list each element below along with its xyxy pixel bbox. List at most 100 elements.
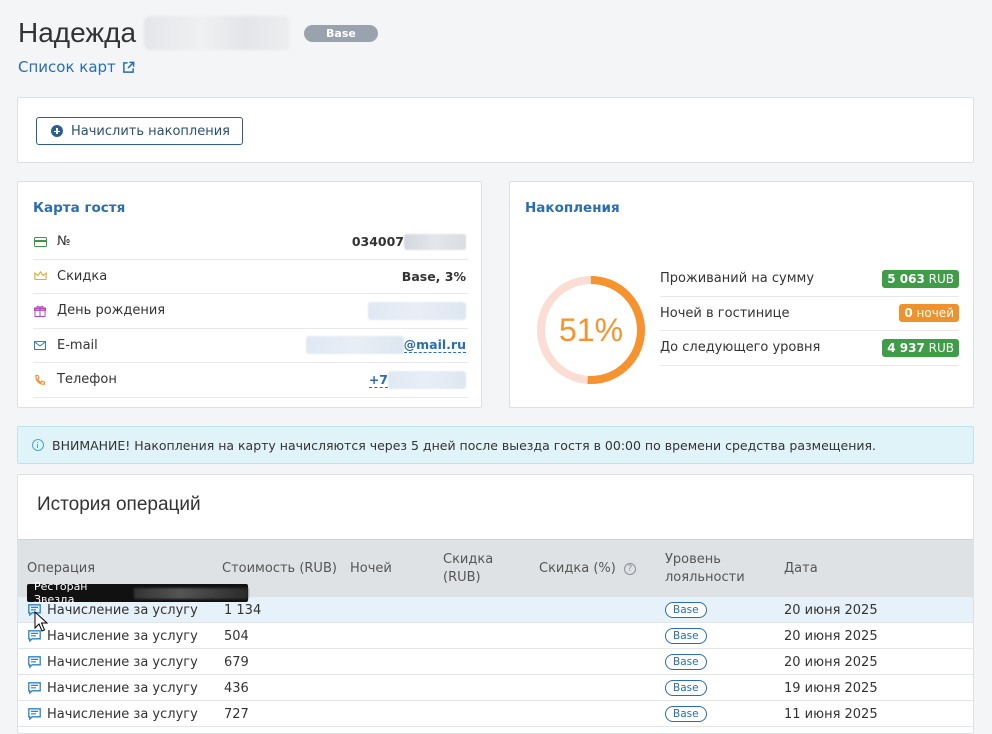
gift-icon (33, 304, 47, 318)
guest-card-title: Карта гостя (33, 200, 126, 216)
email-value[interactable]: @mail.ru (305, 336, 466, 355)
date-cell: 20 июня 2025 (784, 602, 878, 618)
date-cell: 11 июня 2025 (784, 706, 878, 722)
operation-name[interactable]: Начисление за услугу (47, 707, 198, 722)
email-label: E-mail (57, 337, 98, 353)
col-loyalty[interactable]: Уровень лояльности (665, 540, 745, 598)
operation-name[interactable]: Начисление за услугу (47, 681, 198, 696)
table-row: Начисление за услугу 727 Base 11 июня 2025 (18, 701, 973, 727)
mail-icon (33, 338, 47, 352)
operation-comment-tooltip: Ресторан Звезда (27, 580, 248, 606)
col-discount-rub[interactable]: Скидка (RUB) (443, 540, 493, 598)
loyalty-cell: Base (665, 675, 707, 701)
date-cell: 20 июня 2025 (784, 628, 878, 644)
next-level-badge: 4 937 RUB (882, 338, 959, 357)
stays-total-row: Проживаний на сумму 5 063 RUB (660, 262, 959, 297)
operation-cell: Начисление за услугу (28, 675, 198, 701)
comment-icon[interactable] (28, 682, 41, 694)
loyalty-cell: Base (665, 597, 707, 623)
accrue-points-label: Начислить накопления (71, 123, 230, 139)
phone-row: Телефон +7 (33, 363, 468, 398)
progress-donut: 51% (537, 276, 645, 384)
email-row: E-mail @mail.ru (33, 329, 468, 363)
phone-link[interactable]: +7 (368, 372, 388, 388)
loyalty-badge: Base (665, 706, 707, 722)
next-level-row: До следующего уровня 4 937 RUB (660, 331, 959, 366)
accrue-points-button[interactable]: Начислить накопления (36, 117, 243, 145)
operation-cell: Начисление за услугу (28, 649, 198, 675)
loyalty-badge: Base (665, 602, 707, 618)
cost-cell: 679 (224, 654, 249, 670)
loyalty-badge: Base (665, 628, 707, 644)
col-discount-rub-line1: Скидка (443, 552, 494, 567)
loyalty-cell: Base (665, 701, 707, 727)
page-header: Надежда Base Список карт (18, 14, 978, 76)
loyalty-cell: Base (665, 623, 707, 649)
date-cell: 20 июня 2025 (784, 654, 878, 670)
loyalty-badge: Base (665, 680, 707, 696)
accumulation-rows: Проживаний на сумму 5 063 RUB Ночей в го… (660, 262, 959, 366)
col-loyalty-line1: Уровень (665, 552, 721, 567)
stays-total-badge: 5 063 RUB (882, 269, 959, 288)
accumulation-title: Накопления (525, 200, 620, 216)
redacted-card-number (404, 233, 466, 250)
operation-cell: Начисление за услугу (28, 701, 198, 727)
next-level-label: До следующего уровня (660, 340, 821, 356)
operation-name[interactable]: Начисление за услугу (47, 655, 198, 670)
nights-unit: ночей (916, 306, 954, 321)
discount-row: Скидка Base, 3% (33, 260, 468, 294)
stays-total-amount: 5 063 (887, 271, 925, 286)
comment-icon[interactable] (28, 708, 41, 720)
card-number-value: 034007 (351, 233, 466, 250)
birthday-label: День рождения (57, 303, 166, 319)
discount-value: Base, 3% (401, 268, 466, 284)
donut-percent-text: 51% (559, 312, 623, 348)
external-link-icon (122, 61, 135, 73)
cards-list-link[interactable]: Список карт (18, 58, 135, 76)
email-link[interactable]: @mail.ru (403, 337, 466, 354)
history-panel: История операций Операция Стоимость (RUB… (17, 474, 974, 734)
comment-icon[interactable] (28, 656, 41, 668)
redacted-email (305, 336, 404, 355)
table-row: Начисление за услугу 436 Base 19 июня 2025 (18, 675, 973, 701)
stays-total-label: Проживаний на сумму (660, 271, 815, 287)
redacted-tooltip-text (134, 587, 248, 599)
nights-label: Ночей в гостинице (660, 305, 790, 321)
redacted-phone (388, 370, 466, 389)
level-badge: Base (304, 24, 378, 42)
guest-card-rows: № 034007 Скидка Base, 3% День рождения E… (33, 225, 468, 398)
mouse-cursor-icon (34, 611, 48, 632)
cost-cell: 727 (224, 706, 249, 722)
date-cell: 19 июня 2025 (784, 680, 878, 696)
next-level-amount: 4 937 (887, 340, 925, 355)
col-discount-pct[interactable]: Скидка (%) ? (539, 540, 636, 598)
table-row: Начисление за услугу 679 Base 20 июня 2025 (18, 649, 973, 675)
col-discount-rub-line2: (RUB) (443, 570, 481, 585)
loyalty-cell: Base (665, 649, 707, 675)
col-nights[interactable]: Ночей (350, 540, 392, 598)
cards-list-label: Список карт (18, 58, 116, 76)
card-number-row: № 034007 (33, 225, 468, 260)
next-level-unit: RUB (928, 340, 954, 355)
cost-cell: 504 (224, 628, 249, 644)
birthday-value (368, 301, 466, 320)
table-row: Начисление за услугу 504 Base 20 июня 2025 (18, 623, 973, 649)
tooltip-text: Ресторан Звезда (34, 580, 88, 606)
operation-cell: Начисление за услугу (28, 623, 198, 649)
cost-cell: 436 (224, 680, 249, 696)
page-title-row: Надежда Base (18, 14, 978, 52)
col-date[interactable]: Дата (784, 540, 818, 598)
attention-notice: ВНИМАНИЕ! Накопления на карту начисляютс… (17, 426, 974, 464)
discount-label: Скидка (57, 268, 108, 284)
phone-value[interactable]: +7 (368, 370, 466, 389)
operation-name[interactable]: Начисление за услугу (47, 629, 198, 644)
card-number-text: 034007 (351, 234, 404, 250)
plus-circle-icon (51, 125, 63, 137)
phone-label: Телефон (57, 372, 117, 388)
redacted-birthday (368, 301, 466, 320)
card-icon (33, 235, 47, 249)
actions-panel: Начислить накопления (17, 97, 974, 163)
help-icon[interactable]: ? (623, 563, 636, 575)
history-table-body: Начисление за услугу 1 134 Base 20 июня 202… (18, 597, 973, 727)
birthday-row: День рождения (33, 294, 468, 329)
